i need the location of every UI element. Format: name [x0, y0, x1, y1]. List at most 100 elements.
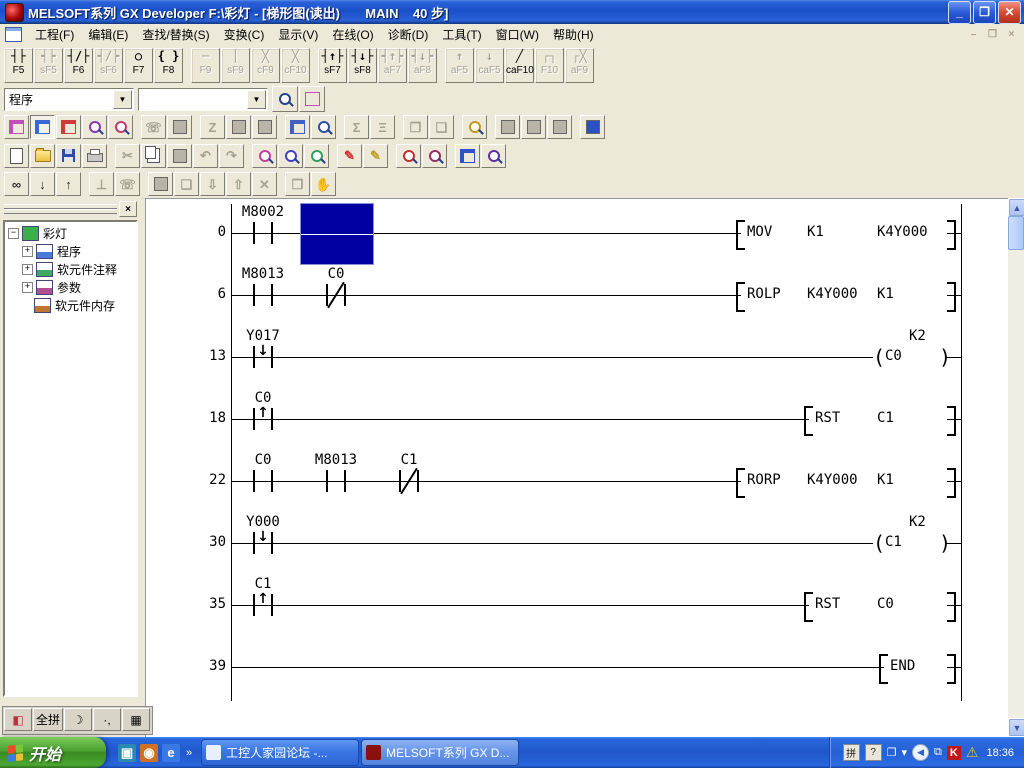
tree-item-3[interactable]: +参数 [5, 278, 136, 296]
new-project-button[interactable] [4, 144, 29, 168]
open-project-button[interactable] [30, 144, 55, 168]
ladder-write-mode-button[interactable] [56, 115, 81, 139]
open-contact-button[interactable]: ┤├F5 [4, 48, 33, 83]
rung-18-instruction-opcode[interactable]: RST [815, 410, 840, 426]
rung-6-instruction-opcode[interactable]: ROLP [747, 286, 781, 302]
mdi-close-button[interactable]: × [1003, 27, 1020, 42]
comment-display-button[interactable] [285, 115, 310, 139]
scrollbar-thumb[interactable] [1008, 216, 1024, 250]
project-tree-toggle-button[interactable] [299, 86, 325, 112]
show-desktop-icon[interactable]: ▣ [118, 744, 136, 762]
print-button[interactable] [82, 144, 107, 168]
expand-tray-icon[interactable]: ▾ [902, 746, 908, 759]
menu-item-1[interactable]: 工程(F) [28, 24, 81, 45]
rung-6-instruction-operand-1[interactable]: K4Y000 [807, 286, 858, 302]
title-bar[interactable]: MELSOFT系列 GX Developer F:\彩灯 - [梯形图(读出) … [0, 0, 1024, 24]
tree-expander-1[interactable]: + [22, 246, 33, 257]
ime-indicator-icon[interactable]: 拼 [843, 744, 860, 761]
find-device-button[interactable] [252, 144, 277, 168]
ime-logo-icon[interactable]: ◧ [4, 708, 32, 731]
ladder-monitor-mode-button[interactable] [30, 115, 55, 139]
device-skip-button[interactable]: ✎ [363, 144, 388, 168]
ladder-diagram-view[interactable]: 0M8002MOVK1K4Y0006M8013C0ROLPK4Y000K113Y… [145, 198, 1008, 737]
panel-close-button[interactable]: × [119, 201, 137, 217]
menu-item-9[interactable]: 窗口(W) [489, 24, 546, 45]
program-combo-dropdown-icon[interactable]: ▼ [113, 90, 132, 109]
rung-22-instruction-operand-2[interactable]: K1 [877, 472, 894, 488]
menu-item-4[interactable]: 变换(C) [217, 24, 272, 45]
scroll-up-icon[interactable]: ▲ [1008, 198, 1024, 217]
restore-button[interactable]: ❐ [973, 1, 996, 24]
rung-6-instruction-operand-2[interactable]: K1 [877, 286, 894, 302]
ime-mode-button[interactable]: 全拼 [33, 708, 63, 731]
close-button[interactable]: ✕ [998, 1, 1021, 24]
application-instruction-button[interactable]: { }F8 [154, 48, 183, 83]
ime-punct-button[interactable]: ·, [93, 708, 121, 731]
menu-item-7[interactable]: 诊断(D) [381, 24, 436, 45]
tree-item-4[interactable]: 软元件内存 [5, 296, 136, 314]
find-coil-button[interactable] [422, 144, 447, 168]
rung-35-instruction-operand-1[interactable]: C0 [877, 596, 894, 612]
coil-button[interactable]: ○F7 [124, 48, 153, 83]
device-test-button[interactable]: ✎ [337, 144, 362, 168]
tree-expander-3[interactable]: + [22, 282, 33, 293]
find-next-down-button[interactable]: ↓ [30, 172, 55, 196]
menu-item-2[interactable]: 编辑(E) [81, 24, 135, 45]
copy-button[interactable] [141, 144, 166, 168]
network-tray-icon[interactable]: ⧉ [934, 746, 942, 759]
task-button-1[interactable]: 工控人家园论坛 -... [202, 740, 358, 765]
ime-softkbd-button[interactable]: ▦ [122, 708, 150, 731]
panel-grip[interactable] [4, 209, 117, 214]
program-combo[interactable]: 程序 ▼ [4, 88, 134, 111]
alert-tray-icon[interactable]: ⚠ [966, 744, 979, 761]
rung-39-instruction-opcode[interactable]: END [890, 658, 915, 674]
save-project-button[interactable] [56, 144, 81, 168]
find-combo[interactable]: ▼ [138, 88, 268, 111]
menu-item-5[interactable]: 显示(V) [271, 24, 325, 45]
rung-13-coil-C0-device[interactable]: C0 [885, 348, 902, 364]
tree-expander-root[interactable]: − [8, 228, 19, 239]
rising-pulse-contact-button[interactable]: ┤↑├sF7 [318, 48, 347, 83]
quick-launch-more-icon[interactable]: » [186, 747, 192, 759]
write-mode-button[interactable] [108, 115, 133, 139]
mdi-minimize-button[interactable]: – [965, 27, 982, 42]
hide-icons-button[interactable]: ◀ [912, 744, 929, 761]
invert-operation-button[interactable]: ╱caF10 [505, 48, 534, 83]
find-string-button[interactable] [304, 144, 329, 168]
falling-pulse-contact-button[interactable]: ┤↓├sF8 [348, 48, 377, 83]
rung-18-instruction-operand-1[interactable]: C1 [877, 410, 894, 426]
start-button[interactable]: 开始 [0, 737, 106, 768]
ladder-cursor[interactable] [300, 203, 374, 265]
rung-0-instruction-operand-1[interactable]: K1 [807, 224, 824, 240]
find-next-up-button[interactable]: ↑ [56, 172, 81, 196]
find-contact-button[interactable] [396, 144, 421, 168]
mdi-document-icon[interactable] [5, 27, 22, 42]
find-instruction-button[interactable] [278, 144, 303, 168]
tree-item-1[interactable]: +程序 [5, 242, 136, 260]
menu-item-10[interactable]: 帮助(H) [546, 24, 601, 45]
vertical-scrollbar[interactable]: ▲ ▼ [1008, 198, 1024, 737]
print-preview-button[interactable] [481, 144, 506, 168]
transfer-setup-button[interactable] [455, 144, 480, 168]
media-player-icon[interactable]: ◉ [140, 744, 158, 762]
menu-item-8[interactable]: 工具(T) [435, 24, 488, 45]
find-device-dialog-button[interactable] [272, 86, 298, 112]
monitor-condition-button[interactable] [311, 115, 336, 139]
scroll-down-icon[interactable]: ▼ [1008, 718, 1024, 737]
ie-browser-icon[interactable]: e [162, 744, 180, 762]
restore-tray-icon[interactable]: ❐ [887, 746, 897, 759]
minimize-button[interactable]: _ [948, 1, 971, 24]
task-button-2[interactable]: MELSOFT系列 GX D... [362, 740, 518, 765]
find-binoculars-button[interactable]: ∞ [4, 172, 29, 196]
help-tray-icon[interactable]: ? [865, 744, 882, 761]
entry-data-monitor-button[interactable] [462, 115, 487, 139]
rung-22-instruction-operand-1[interactable]: K4Y000 [807, 472, 858, 488]
ime-shape-button[interactable]: ☽ [64, 708, 92, 731]
antivirus-tray-icon[interactable]: K [947, 746, 961, 760]
rung-0-instruction-opcode[interactable]: MOV [747, 224, 772, 240]
tree-expander-2[interactable]: + [22, 264, 33, 275]
rung-30-coil-C1-device[interactable]: C1 [885, 534, 902, 550]
rung-22-instruction-opcode[interactable]: RORP [747, 472, 781, 488]
rung-35-instruction-opcode[interactable]: RST [815, 596, 840, 612]
menu-item-3[interactable]: 查找/替换(S) [135, 24, 216, 45]
